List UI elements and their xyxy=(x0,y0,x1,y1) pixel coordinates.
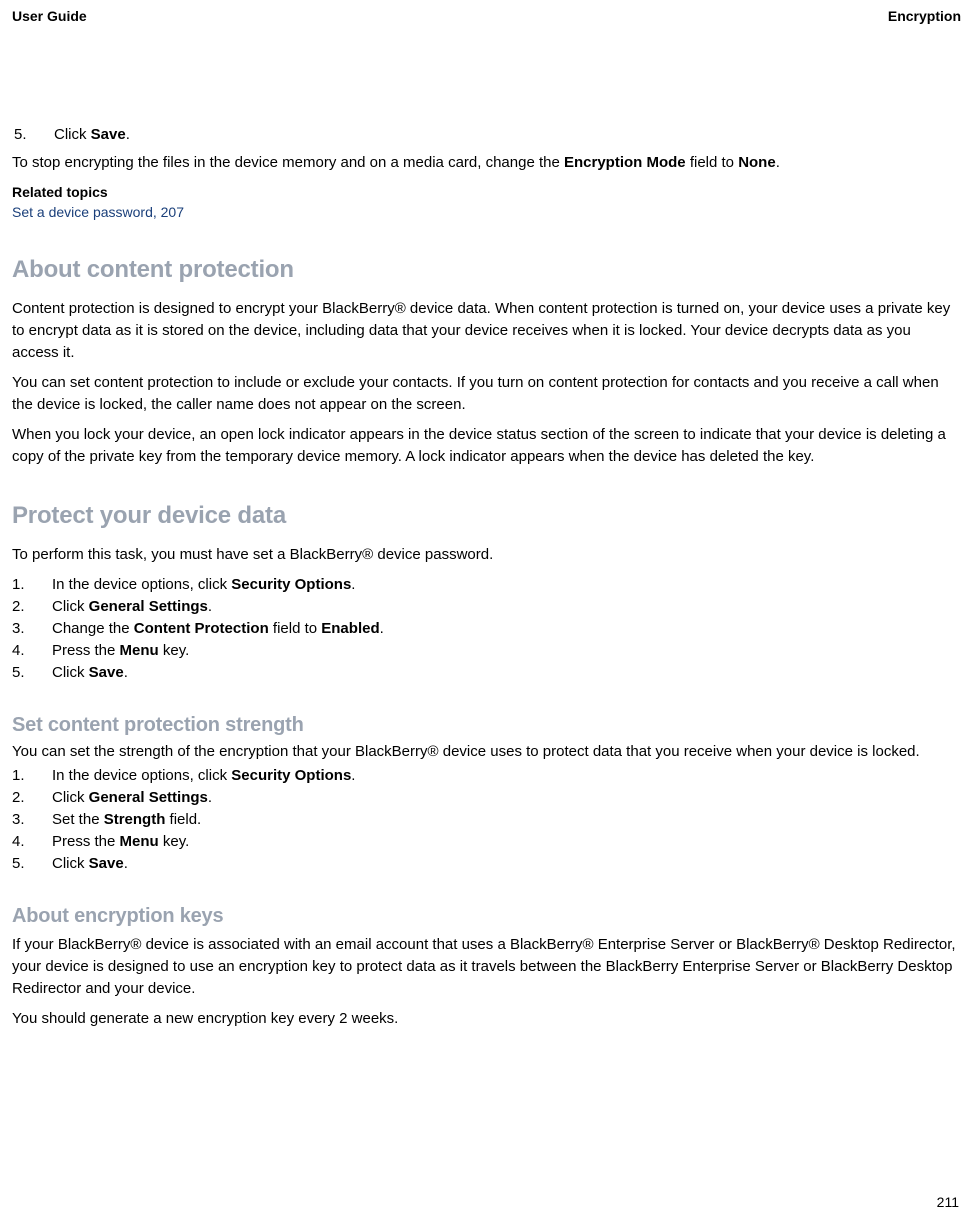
step-text: Change the Content Protection field to E… xyxy=(52,618,961,640)
step-text: In the device options, click Security Op… xyxy=(52,574,961,596)
bold-menu: Menu xyxy=(120,642,159,659)
bold-security-options: Security Options xyxy=(231,767,351,784)
bold-none: None xyxy=(738,154,776,171)
step-text: In the device options, click Security Op… xyxy=(52,765,961,787)
about-cp-paragraph-1: Content protection is designed to encryp… xyxy=(12,298,961,364)
stop-encrypting-paragraph: To stop encrypting the files in the devi… xyxy=(12,152,961,174)
text-fragment: Change the xyxy=(52,620,134,637)
protect-steps-list: 1. In the device options, click Security… xyxy=(12,574,961,684)
step-number: 1. xyxy=(12,574,52,596)
bold-encryption-mode: Encryption Mode xyxy=(564,154,686,171)
list-item: 4. Press the Menu key. xyxy=(12,831,961,853)
list-item: 5. Click Save. xyxy=(12,662,961,684)
bold-content-protection: Content Protection xyxy=(134,620,269,637)
bold-enabled: Enabled xyxy=(321,620,379,637)
page-number: 211 xyxy=(937,1194,959,1210)
text-fragment: Click xyxy=(52,855,89,872)
step-text: Set the Strength field. xyxy=(52,809,961,831)
text-fragment: . xyxy=(380,620,384,637)
step-suffix: . xyxy=(126,126,130,143)
bold-security-options: Security Options xyxy=(231,576,351,593)
text-fragment: Set the xyxy=(52,811,104,828)
step-text: Click General Settings. xyxy=(52,787,961,809)
about-keys-paragraph-1: If your BlackBerry® device is associated… xyxy=(12,934,961,1000)
text-fragment: To stop encrypting the files in the devi… xyxy=(12,154,564,171)
bold-save: Save xyxy=(89,664,124,681)
about-cp-paragraph-3: When you lock your device, an open lock … xyxy=(12,424,961,468)
list-item: 5. Click Save. xyxy=(12,853,961,875)
step-number: 5. xyxy=(12,662,52,684)
protect-intro: To perform this task, you must have set … xyxy=(12,544,961,566)
text-fragment: key. xyxy=(159,642,190,659)
step-number: 2. xyxy=(12,787,52,809)
strength-intro: You can set the strength of the encrypti… xyxy=(12,741,961,763)
step-number: 3. xyxy=(12,809,52,831)
heading-about-encryption-keys: About encryption keys xyxy=(12,905,961,928)
heading-protect-device-data: Protect your device data xyxy=(12,502,961,530)
text-fragment: In the device options, click xyxy=(52,576,231,593)
text-fragment: Click xyxy=(52,598,89,615)
bold-general-settings: General Settings xyxy=(89,789,208,806)
text-fragment: field to xyxy=(269,620,322,637)
list-item: 2. Click General Settings. xyxy=(12,787,961,809)
bold-menu: Menu xyxy=(120,833,159,850)
list-item: 3. Change the Content Protection field t… xyxy=(12,618,961,640)
text-fragment: . xyxy=(208,598,212,615)
step-number: 3. xyxy=(12,618,52,640)
list-item: 1. In the device options, click Security… xyxy=(12,765,961,787)
list-item: 2. Click General Settings. xyxy=(12,596,961,618)
step-text: Press the Menu key. xyxy=(52,640,961,662)
text-fragment: . xyxy=(776,154,780,171)
text-fragment: . xyxy=(351,767,355,784)
text-fragment: . xyxy=(124,664,128,681)
text-fragment: . xyxy=(351,576,355,593)
list-item: 4. Press the Menu key. xyxy=(12,640,961,662)
text-fragment: Press the xyxy=(52,642,120,659)
list-item: 1. In the device options, click Security… xyxy=(12,574,961,596)
about-cp-paragraph-2: You can set content protection to includ… xyxy=(12,372,961,416)
about-keys-paragraph-2: You should generate a new encryption key… xyxy=(12,1008,961,1030)
step-number: 5. xyxy=(14,124,54,146)
text-fragment: In the device options, click xyxy=(52,767,231,784)
text-fragment: . xyxy=(208,789,212,806)
list-item: 3. Set the Strength field. xyxy=(12,809,961,831)
step-text: Click Save. xyxy=(52,662,961,684)
header-left: User Guide xyxy=(12,8,87,24)
step-text: Click Save. xyxy=(54,124,961,146)
step-bold-save: Save xyxy=(91,126,126,143)
related-topics-label: Related topics xyxy=(12,184,961,200)
step-number: 1. xyxy=(12,765,52,787)
heading-set-content-protection-strength: Set content protection strength xyxy=(12,714,961,737)
text-fragment: Click xyxy=(52,789,89,806)
intro-step-5: 5. Click Save. xyxy=(14,124,961,146)
strength-steps-list: 1. In the device options, click Security… xyxy=(12,765,961,875)
bold-general-settings: General Settings xyxy=(89,598,208,615)
step-text: Click General Settings. xyxy=(52,596,961,618)
text-fragment: field. xyxy=(165,811,201,828)
text-fragment: . xyxy=(124,855,128,872)
bold-strength: Strength xyxy=(104,811,166,828)
step-number: 4. xyxy=(12,831,52,853)
step-prefix: Click xyxy=(54,126,91,143)
step-text: Click Save. xyxy=(52,853,961,875)
bold-save: Save xyxy=(89,855,124,872)
text-fragment: Press the xyxy=(52,833,120,850)
step-number: 4. xyxy=(12,640,52,662)
text-fragment: field to xyxy=(686,154,739,171)
header-right: Encryption xyxy=(888,8,961,24)
page-body: 5. Click Save. To stop encrypting the fi… xyxy=(12,124,961,1030)
text-fragment: key. xyxy=(159,833,190,850)
step-text: Press the Menu key. xyxy=(52,831,961,853)
heading-about-content-protection: About content protection xyxy=(12,256,961,284)
text-fragment: Click xyxy=(52,664,89,681)
step-number: 2. xyxy=(12,596,52,618)
related-topics-link[interactable]: Set a device password, 207 xyxy=(12,202,961,222)
step-number: 5. xyxy=(12,853,52,875)
page-container: User Guide Encryption 5. Click Save. To … xyxy=(0,0,973,1228)
page-header: User Guide Encryption xyxy=(12,8,961,24)
